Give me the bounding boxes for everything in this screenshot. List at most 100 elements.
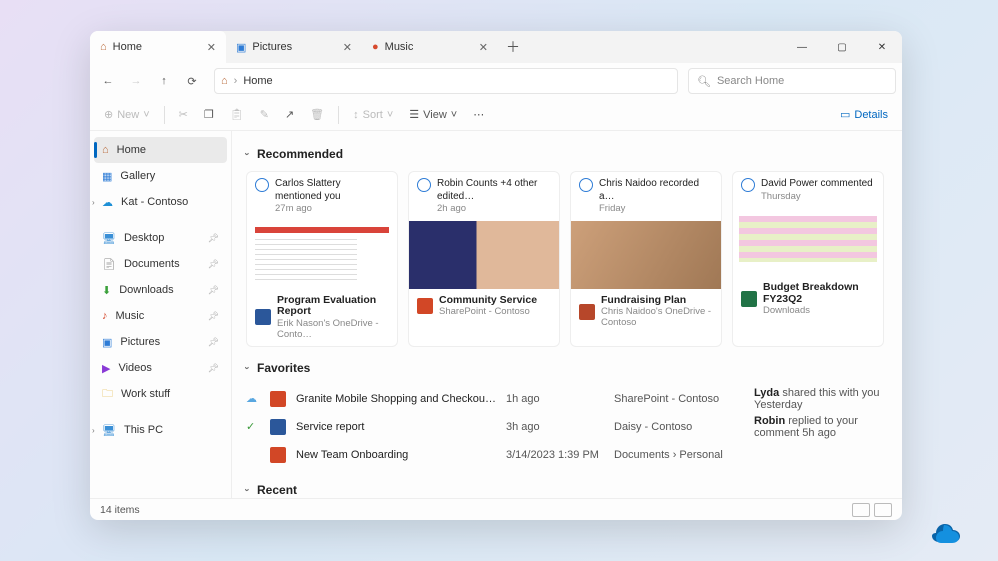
home-icon: ⌂: [102, 144, 109, 156]
new-label: New: [117, 109, 139, 121]
sidebar-item-onedrive[interactable]: ›☁Kat - Contoso: [94, 189, 227, 215]
action: mentioned you: [275, 191, 341, 202]
sidebar-item-pictures[interactable]: ▣Pictures📌︎: [94, 329, 227, 355]
maximize-button[interactable]: ▢: [822, 31, 862, 63]
refresh-button[interactable]: ⟳: [180, 69, 204, 93]
view-button[interactable]: ☰ View ˅: [403, 103, 463, 127]
sort-label: Sort: [363, 109, 383, 121]
powerpoint-icon: [417, 298, 433, 314]
up-button[interactable]: ↑: [152, 69, 176, 93]
pin-icon: 📌︎: [208, 259, 219, 270]
list-item[interactable]: ✓Service report3h agoDaisy - ContosoRobi…: [246, 413, 888, 441]
gallery-icon: ▦: [102, 170, 112, 183]
sidebar-item-home[interactable]: ⌂Home: [94, 137, 227, 163]
rename-button[interactable]: ✎: [254, 103, 275, 127]
list-item[interactable]: New Team Onboarding3/14/2023 1:39 PMDocu…: [246, 441, 888, 469]
paste-button[interactable]: 📋︎: [224, 103, 250, 127]
close-button[interactable]: ✕: [862, 31, 902, 63]
card-title: Fundraising Plan: [601, 295, 713, 307]
actor: David Power: [761, 178, 818, 189]
card[interactable]: Robin Counts +4 other edited…2h ago Comm…: [408, 171, 560, 347]
minimize-button[interactable]: ―: [782, 31, 822, 63]
tab-music[interactable]: ● Music ✕: [362, 31, 498, 63]
back-button[interactable]: ←: [96, 69, 120, 93]
modified: 3h ago: [506, 421, 604, 433]
close-icon[interactable]: ✕: [343, 41, 352, 54]
card[interactable]: Chris Naidoo recorded a…Friday Fundraisi…: [570, 171, 722, 347]
file-name: New Team Onboarding: [296, 449, 496, 461]
card[interactable]: Carlos Slattery mentioned you27m ago Pro…: [246, 171, 398, 347]
pin-icon: 📌︎: [208, 285, 219, 296]
powerpoint-icon: [270, 447, 286, 463]
sidebar-label: Documents: [124, 258, 180, 270]
thumbnails-view-button[interactable]: [874, 503, 892, 517]
content-pane: ›Recommended Carlos Slattery mentioned y…: [232, 131, 902, 498]
sidebar-item-downloads[interactable]: ⬇Downloads📌︎: [94, 277, 227, 303]
pin-icon: 📌︎: [208, 311, 219, 322]
actor: Robin Counts: [437, 178, 498, 189]
separator: [164, 106, 165, 124]
more-button[interactable]: ⋯: [467, 103, 490, 127]
action: commented: [818, 178, 873, 189]
cut-button[interactable]: ✂: [173, 103, 194, 127]
favorites-list: ☁Granite Mobile Shopping and Checkout Fl…: [246, 385, 888, 469]
section-title: Recommended: [257, 147, 343, 161]
sidebar-item-desktop[interactable]: 🖥︎Desktop📌︎: [94, 225, 227, 251]
share-button[interactable]: ↗: [279, 103, 300, 127]
cloud-icon: ☁: [246, 392, 260, 405]
sidebar-item-videos[interactable]: ▶Videos📌︎: [94, 355, 227, 381]
tab-label: Home: [113, 41, 142, 53]
close-icon[interactable]: ✕: [207, 41, 216, 54]
tab-home[interactable]: ⌂ Home ✕: [90, 31, 226, 63]
actor: Chris Naidoo: [599, 178, 657, 189]
section-title: Recent: [257, 483, 297, 497]
details-button[interactable]: ▭ Details: [834, 103, 894, 127]
record-icon: [579, 178, 593, 192]
forward-button[interactable]: →: [124, 69, 148, 93]
navigation-pane: ⌂Home ▦Gallery ›☁Kat - Contoso 🖥︎Desktop…: [90, 131, 232, 498]
section-recommended[interactable]: ›Recommended: [246, 147, 888, 161]
sort-button[interactable]: ↕ Sort ˅: [347, 103, 399, 127]
chevron-down-icon: ›: [243, 488, 253, 491]
search-box[interactable]: 🔍︎ Search Home: [688, 68, 896, 94]
copy-button[interactable]: ❐: [198, 103, 220, 127]
chevron-down-icon: ›: [243, 366, 253, 369]
sidebar-label: Gallery: [120, 170, 155, 182]
chevron-right-icon[interactable]: ›: [92, 426, 95, 435]
subtitle: Thursday: [761, 191, 873, 203]
card[interactable]: David Power commentedThursday Budget Bre…: [732, 171, 884, 347]
pin-icon: 📌︎: [208, 363, 219, 374]
sidebar-item-workstuff[interactable]: 🗀Work stuff: [94, 381, 227, 407]
onedrive-logo: [926, 515, 970, 543]
address-bar[interactable]: ⌂ › Home: [214, 68, 678, 94]
search-icon: 🔍︎: [697, 75, 711, 88]
card-location: SharePoint - Contoso: [439, 306, 537, 317]
sidebar-item-gallery[interactable]: ▦ Gallery: [94, 163, 227, 189]
section-favorites[interactable]: ›Favorites: [246, 361, 888, 375]
section-recent[interactable]: › Recent: [246, 483, 888, 497]
details-view-button[interactable]: [852, 503, 870, 517]
pictures-icon: ▣: [102, 336, 112, 349]
thumbnail: [247, 221, 397, 289]
sidebar-item-thispc[interactable]: ›🖥︎This PC: [94, 417, 227, 443]
tab-pictures[interactable]: ▣ Pictures ✕: [226, 31, 362, 63]
chevron-right-icon[interactable]: ›: [92, 198, 95, 207]
delete-button[interactable]: 🗑︎: [304, 103, 330, 127]
new-tab-button[interactable]: ＋: [498, 31, 528, 63]
close-icon[interactable]: ✕: [479, 41, 488, 54]
titlebar: ⌂ Home ✕ ▣ Pictures ✕ ● Music ✕ ＋ ― ▢ ✕: [90, 31, 902, 63]
pin-icon: 📌︎: [208, 233, 219, 244]
thumbnail: [571, 221, 721, 289]
list-item[interactable]: ☁Granite Mobile Shopping and Checkout Fl…: [246, 385, 888, 413]
sidebar-label: Desktop: [124, 232, 164, 244]
new-button[interactable]: ⊕ New ˅: [98, 103, 156, 127]
word-icon: [270, 419, 286, 435]
onedrive-icon: ☁: [102, 196, 113, 209]
chevron-right-icon: ›: [234, 75, 238, 87]
sync-icon: ✓: [246, 420, 260, 433]
sidebar-item-documents[interactable]: 📄︎Documents📌︎: [94, 251, 227, 277]
tab-label: Music: [385, 41, 414, 53]
sidebar-item-music[interactable]: ♪Music📌︎: [94, 303, 227, 329]
thumbnail: [733, 208, 883, 276]
sidebar-label: Downloads: [119, 284, 173, 296]
